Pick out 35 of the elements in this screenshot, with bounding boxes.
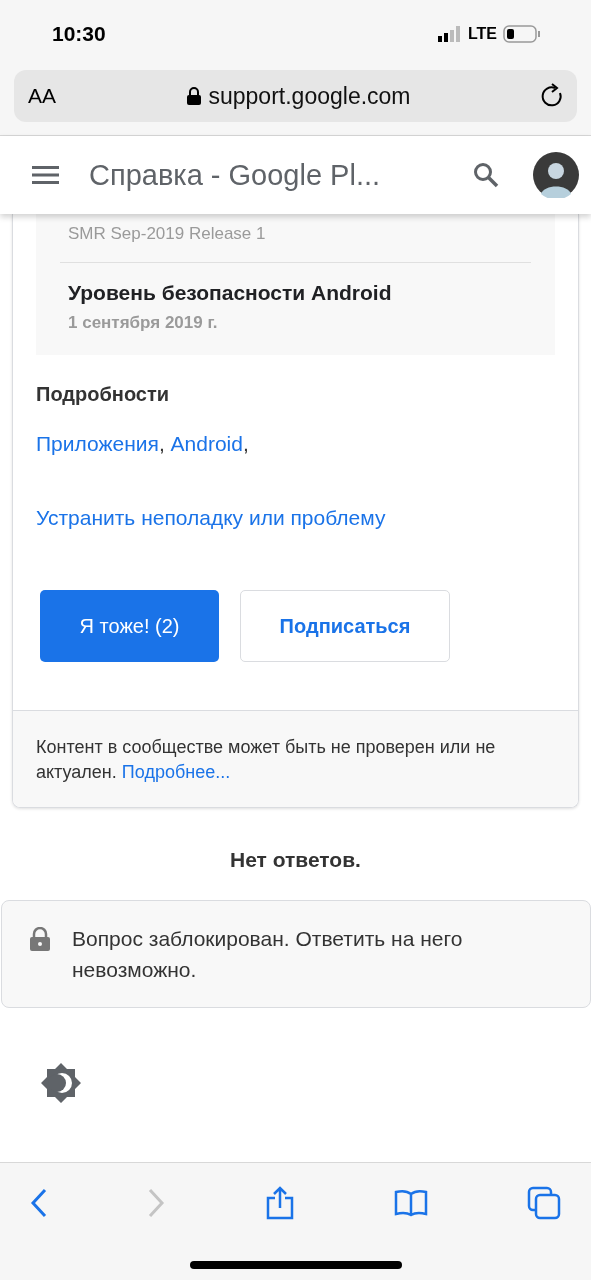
network-label: LTE bbox=[467, 25, 497, 43]
theme-icon[interactable] bbox=[41, 1063, 81, 1103]
book-icon bbox=[393, 1189, 428, 1217]
reload-icon[interactable] bbox=[541, 83, 565, 109]
address-bar[interactable]: AA support.google.com bbox=[14, 70, 577, 122]
chevron-left-icon bbox=[30, 1188, 48, 1218]
tabs-icon bbox=[527, 1186, 561, 1220]
battery-icon bbox=[503, 25, 541, 43]
page-title: Справка - Google Pl... bbox=[89, 158, 382, 192]
locked-text: Вопрос заблокирован. Ответить на него невозможно. bbox=[72, 926, 464, 983]
me-too-button[interactable]: Я тоже! (2) bbox=[40, 590, 219, 662]
details-heading: Подробности bbox=[36, 383, 171, 406]
row-date: 1 сентября 2019 г. bbox=[68, 313, 219, 333]
notice-text: Контент в сообществе может быть не проверен или не актуален. Подробнее... bbox=[36, 736, 497, 784]
search-icon[interactable] bbox=[473, 162, 499, 188]
troubleshoot-link[interactable]: Устранить неполадку или проблему bbox=[36, 506, 555, 530]
separator: , bbox=[242, 432, 249, 455]
no-answers-text: Нет ответов. bbox=[229, 848, 362, 872]
signal-icon bbox=[437, 26, 462, 42]
tag-link[interactable]: Android bbox=[170, 432, 243, 455]
avatar[interactable] bbox=[533, 152, 579, 198]
tag-link[interactable]: Приложения bbox=[36, 432, 159, 455]
url-text: support.google.com bbox=[208, 82, 411, 110]
row-title: Уровень безопасности Android bbox=[68, 281, 393, 305]
clock: 10:30 bbox=[52, 22, 106, 46]
release-text: SMR Sep-2019 Release 1 bbox=[68, 224, 267, 244]
share-icon bbox=[264, 1186, 295, 1220]
separator: , bbox=[158, 432, 165, 455]
subscribe-button[interactable]: Подписаться bbox=[240, 590, 450, 662]
lock-icon bbox=[30, 927, 50, 951]
chevron-right-icon bbox=[147, 1188, 166, 1218]
learn-more-link[interactable]: Подробнее... bbox=[121, 762, 231, 782]
text-size-button[interactable]: AA bbox=[28, 84, 56, 108]
menu-icon[interactable] bbox=[32, 166, 59, 184]
lock-icon bbox=[186, 87, 201, 105]
